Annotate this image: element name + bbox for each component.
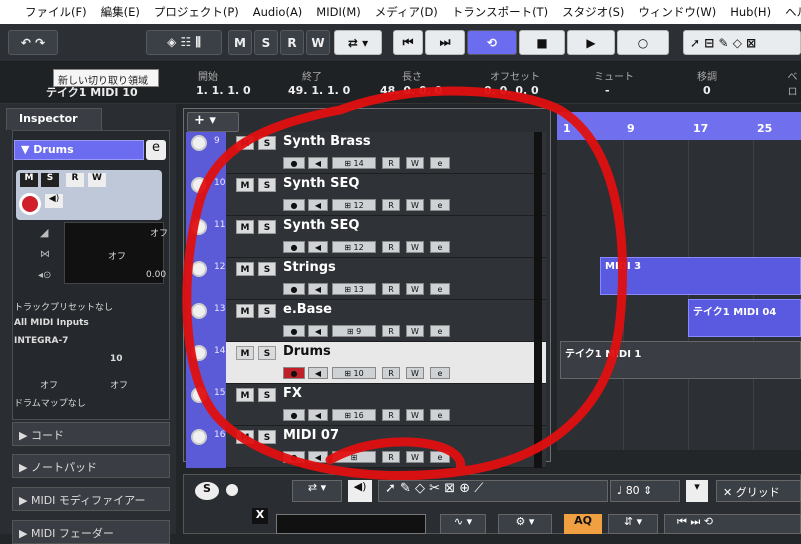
red-annotation-scribble bbox=[182, 86, 627, 481]
